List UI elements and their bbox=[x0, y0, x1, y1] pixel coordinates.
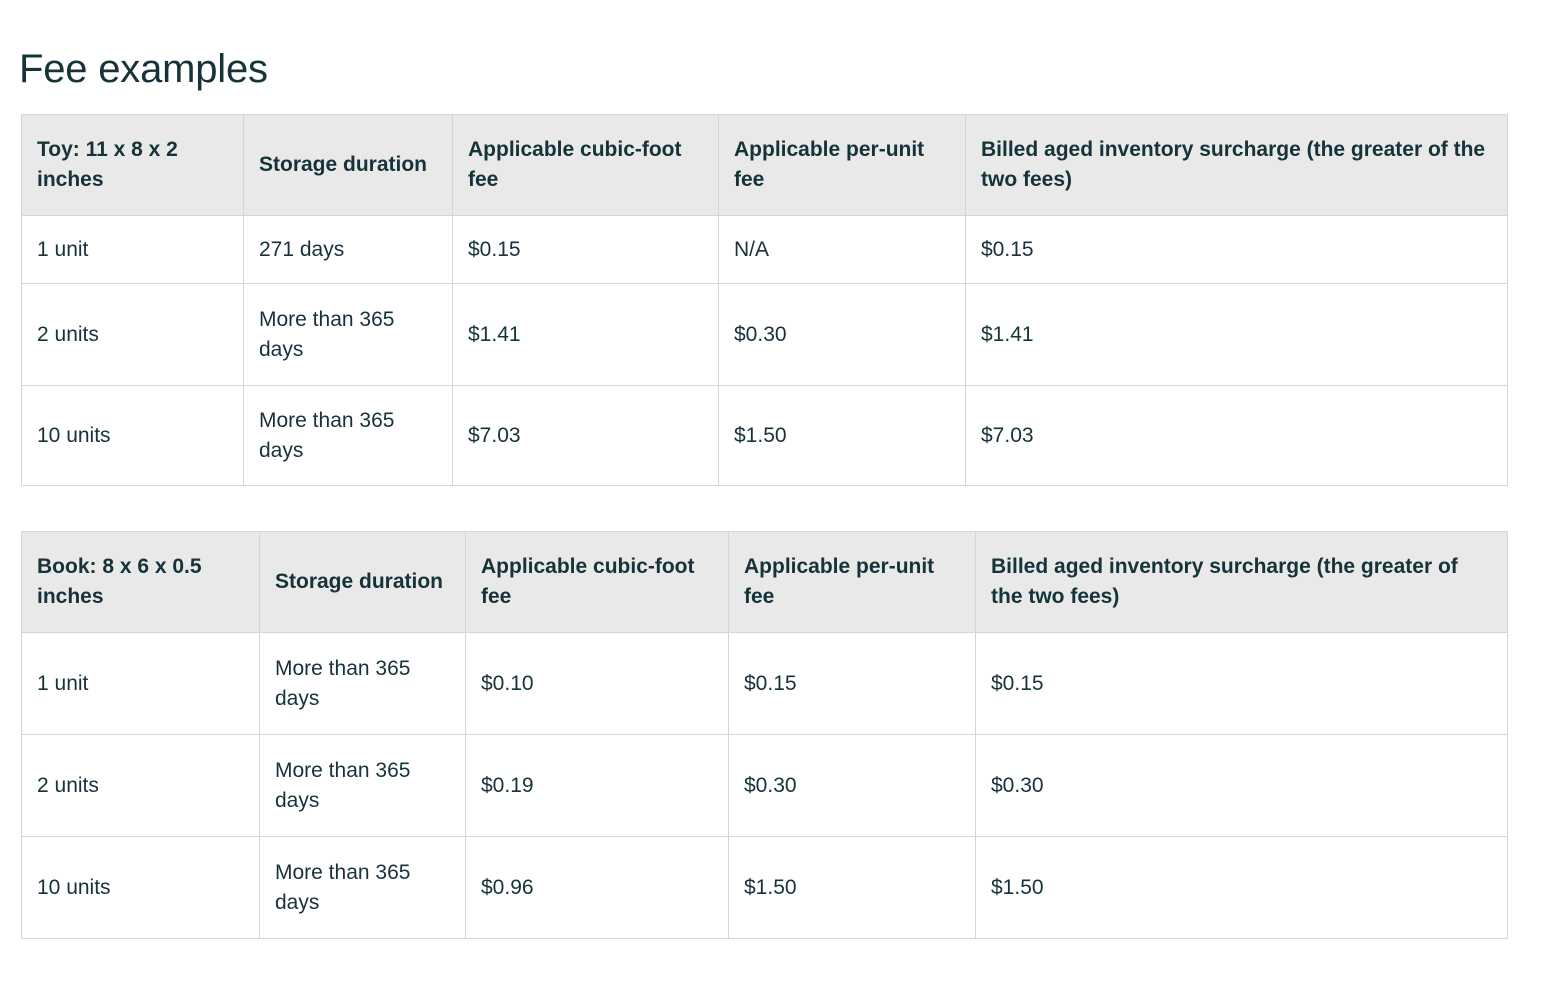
table-row: 10 units More than 365 days $0.96 $1.50 … bbox=[22, 837, 1508, 939]
cell-quantity: 1 unit bbox=[22, 216, 244, 284]
cell-per-unit-fee: $0.30 bbox=[719, 284, 966, 386]
column-header-storage-duration: Storage duration bbox=[244, 115, 453, 216]
cell-duration: More than 365 days bbox=[260, 633, 466, 735]
table-row: 2 units More than 365 days $0.19 $0.30 $… bbox=[22, 735, 1508, 837]
cell-duration: 271 days bbox=[244, 216, 453, 284]
column-header-billed-surcharge: Billed aged inventory surcharge (the gre… bbox=[976, 532, 1508, 633]
cell-cubic-foot-fee: $7.03 bbox=[453, 386, 719, 486]
cell-per-unit-fee: $1.50 bbox=[729, 837, 976, 939]
cell-duration: More than 365 days bbox=[260, 735, 466, 837]
cell-billed-surcharge: $7.03 bbox=[966, 386, 1508, 486]
table-row: 10 units More than 365 days $7.03 $1.50 … bbox=[22, 386, 1508, 486]
column-header-per-unit-fee: Applicable per-unit fee bbox=[719, 115, 966, 216]
cell-duration: More than 365 days bbox=[244, 386, 453, 486]
cell-per-unit-fee: $0.15 bbox=[729, 633, 976, 735]
toy-fee-examples-table: Toy: 11 x 8 x 2 inches Storage duration … bbox=[21, 114, 1508, 486]
table-body: 1 unit More than 365 days $0.10 $0.15 $0… bbox=[22, 633, 1508, 939]
cell-quantity: 1 unit bbox=[22, 633, 260, 735]
cell-quantity: 2 units bbox=[22, 735, 260, 837]
cell-per-unit-fee: N/A bbox=[719, 216, 966, 284]
cell-cubic-foot-fee: $0.10 bbox=[466, 633, 729, 735]
cell-billed-surcharge: $1.41 bbox=[966, 284, 1508, 386]
cell-per-unit-fee: $1.50 bbox=[719, 386, 966, 486]
cell-quantity: 10 units bbox=[22, 386, 244, 486]
cell-billed-surcharge: $0.15 bbox=[966, 216, 1508, 284]
column-header-item: Book: 8 x 6 x 0.5 inches bbox=[22, 532, 260, 633]
column-header-per-unit-fee: Applicable per-unit fee bbox=[729, 532, 976, 633]
fee-examples-page: Fee examples Toy: 11 x 8 x 2 inches Stor… bbox=[0, 0, 1552, 990]
table-header: Book: 8 x 6 x 0.5 inches Storage duratio… bbox=[22, 532, 1508, 633]
cell-cubic-foot-fee: $0.19 bbox=[466, 735, 729, 837]
column-header-cubic-foot-fee: Applicable cubic-foot fee bbox=[453, 115, 719, 216]
column-header-billed-surcharge: Billed aged inventory surcharge (the gre… bbox=[966, 115, 1508, 216]
table-body: 1 unit 271 days $0.15 N/A $0.15 2 units … bbox=[22, 216, 1508, 486]
cell-quantity: 10 units bbox=[22, 837, 260, 939]
cell-quantity: 2 units bbox=[22, 284, 244, 386]
table-header-row: Toy: 11 x 8 x 2 inches Storage duration … bbox=[22, 115, 1508, 216]
cell-cubic-foot-fee: $0.96 bbox=[466, 837, 729, 939]
table-row: 2 units More than 365 days $1.41 $0.30 $… bbox=[22, 284, 1508, 386]
book-fee-examples-table: Book: 8 x 6 x 0.5 inches Storage duratio… bbox=[21, 531, 1508, 939]
cell-cubic-foot-fee: $0.15 bbox=[453, 216, 719, 284]
cell-per-unit-fee: $0.30 bbox=[729, 735, 976, 837]
table-header-row: Book: 8 x 6 x 0.5 inches Storage duratio… bbox=[22, 532, 1508, 633]
page-title: Fee examples bbox=[19, 41, 268, 97]
cell-duration: More than 365 days bbox=[244, 284, 453, 386]
cell-billed-surcharge: $0.15 bbox=[976, 633, 1508, 735]
cell-billed-surcharge: $1.50 bbox=[976, 837, 1508, 939]
column-header-cubic-foot-fee: Applicable cubic-foot fee bbox=[466, 532, 729, 633]
table-row: 1 unit 271 days $0.15 N/A $0.15 bbox=[22, 216, 1508, 284]
table-header: Toy: 11 x 8 x 2 inches Storage duration … bbox=[22, 115, 1508, 216]
table-row: 1 unit More than 365 days $0.10 $0.15 $0… bbox=[22, 633, 1508, 735]
column-header-storage-duration: Storage duration bbox=[260, 532, 466, 633]
column-header-item: Toy: 11 x 8 x 2 inches bbox=[22, 115, 244, 216]
cell-duration: More than 365 days bbox=[260, 837, 466, 939]
cell-billed-surcharge: $0.30 bbox=[976, 735, 1508, 837]
cell-cubic-foot-fee: $1.41 bbox=[453, 284, 719, 386]
